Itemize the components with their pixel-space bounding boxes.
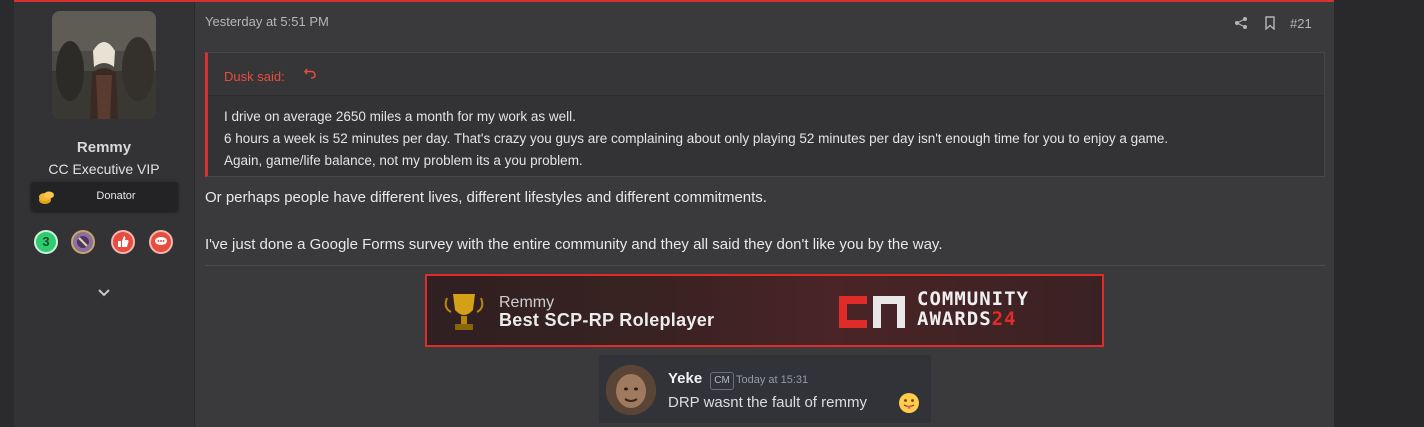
post-paragraph: I've just done a Google Forms survey wit…: [205, 236, 943, 253]
post-paragraph: Or perhaps people have different lives, …: [205, 189, 767, 206]
post-actions: #21: [1234, 16, 1324, 34]
quote-block: Dusk said: I drive on average 2650 miles…: [205, 52, 1325, 177]
brand-year: 24: [991, 308, 1017, 330]
medal-icon[interactable]: [71, 230, 95, 254]
discord-message: DRP wasnt the fault of remmy: [668, 394, 867, 411]
discord-screenshot: Yeke CM Today at 15:31 DRP wasnt the fau…: [599, 355, 931, 423]
avatar[interactable]: [52, 11, 156, 119]
username[interactable]: Remmy: [14, 139, 194, 156]
discord-role-badge: CM: [710, 372, 734, 390]
thumbs-up-icon[interactable]: [111, 230, 135, 254]
share-icon[interactable]: [1234, 16, 1248, 33]
trophy-cup-icon: [444, 294, 484, 330]
user-title: CC Executive VIP: [48, 161, 160, 177]
tongue-emoji-icon: [899, 393, 919, 413]
award-title: Best SCP-RP Roleplayer: [499, 310, 715, 330]
trophy-count: 3: [42, 234, 50, 249]
quote-header: Dusk said:: [208, 53, 1324, 96]
discord-timestamp: Today at 15:31: [736, 374, 809, 386]
discord-username: Yeke: [668, 370, 703, 387]
post-date[interactable]: Yesterday at 5:51 PM: [205, 14, 329, 29]
user-sidebar: Remmy CC Executive VIP Donator 3: [14, 2, 195, 427]
community-logo-icon: [839, 296, 905, 328]
expand-quote-icon[interactable]: [303, 66, 317, 80]
bookmark-icon[interactable]: [1264, 16, 1276, 33]
forum-post: Remmy CC Executive VIP Donator 3 Yesterd…: [14, 0, 1334, 427]
brand-line-1: COMMUNITY: [917, 288, 1029, 310]
discord-avatar: [606, 365, 656, 415]
quote-author[interactable]: Dusk said:: [224, 69, 285, 84]
brand-line-2: AWARDS24: [917, 308, 1017, 330]
quote-line: 6 hours a week is 52 minutes per day. Th…: [224, 131, 1169, 146]
chevron-down-icon[interactable]: [96, 284, 112, 300]
quote-line: Again, game/life balance, not my problem…: [224, 153, 583, 168]
chat-bubble-icon[interactable]: [149, 230, 173, 254]
page-gutter: [1334, 0, 1424, 427]
quote-content: I drive on average 2650 miles a month fo…: [224, 106, 1168, 172]
award-banner: Remmy Best SCP-RP Roleplayer COMMUNITY A…: [425, 274, 1104, 347]
user-banner: Donator: [31, 182, 178, 211]
quote-line: I drive on average 2650 miles a month fo…: [224, 109, 576, 124]
brand-awards: AWARDS: [917, 308, 992, 330]
signature-divider: [205, 265, 1325, 266]
post-number-link[interactable]: #21: [1290, 16, 1312, 31]
banner-label: Donator: [96, 190, 136, 202]
trophy-row: 3: [34, 230, 179, 256]
trophy-points-badge[interactable]: 3: [34, 230, 58, 254]
